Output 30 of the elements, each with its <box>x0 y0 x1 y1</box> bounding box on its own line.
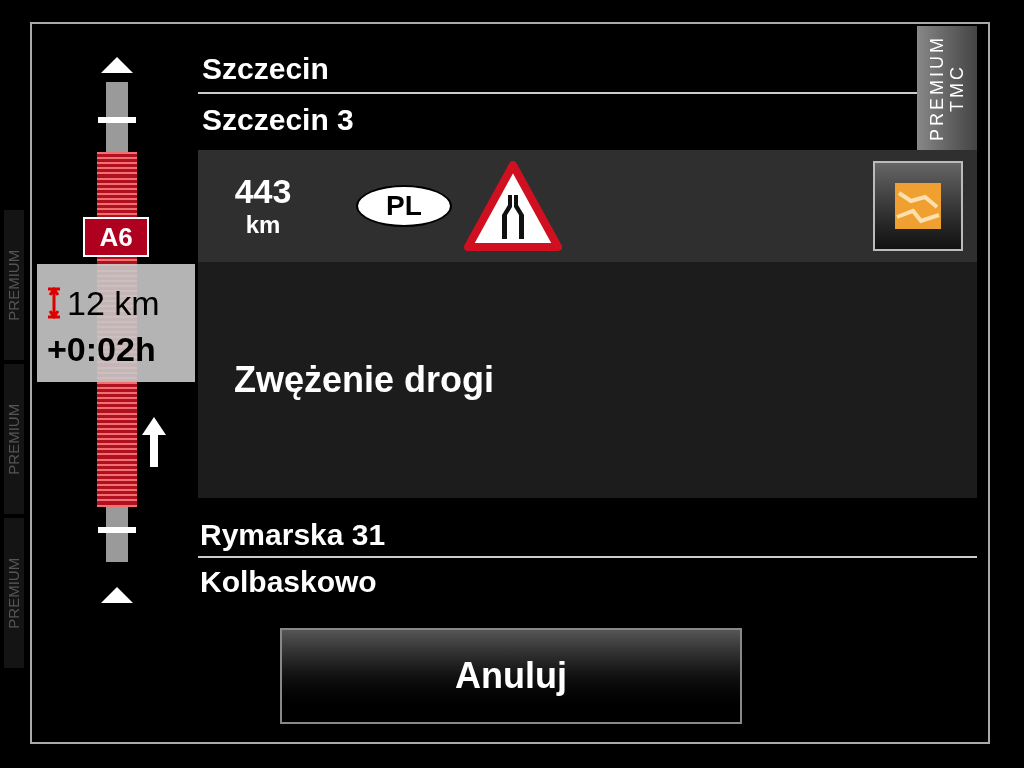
cancel-button[interactable]: Anuluj <box>280 628 742 724</box>
side-label: PREMIUM <box>3 249 23 321</box>
scroll-track <box>106 533 128 562</box>
distance-value: 443 <box>234 172 292 210</box>
delay-length: 12 km <box>67 282 160 324</box>
distance-unit: km <box>245 210 281 240</box>
map-button[interactable] <box>873 161 963 251</box>
place-name: Rymarska 31 <box>200 516 386 553</box>
country-code: PL <box>356 185 452 227</box>
up-arrow-icon <box>142 417 166 467</box>
place-name: Kolbaskowo <box>200 563 377 600</box>
side-label: PREMIUM <box>3 403 23 475</box>
place-name: Szczecin 3 <box>202 101 354 138</box>
scroll-track <box>106 123 128 152</box>
scroll-tick <box>98 117 136 123</box>
place-name: Szczecin <box>202 50 329 87</box>
scroll-up-icon[interactable] <box>101 587 133 603</box>
map-icon <box>895 183 941 229</box>
road-narrows-icon <box>464 161 562 251</box>
scroll-tick <box>98 527 136 533</box>
tab-label: TMC <box>947 64 967 112</box>
side-label: PREMIUM <box>3 557 23 629</box>
delay-time: +0:02h <box>47 328 157 369</box>
tab-label: PREMIUM <box>927 35 947 141</box>
scroll-track <box>106 507 128 527</box>
event-description: Zwężenie drogi <box>234 358 495 402</box>
length-icon <box>47 287 61 319</box>
road-sign: A6 <box>83 217 149 257</box>
scroll-track <box>106 82 128 117</box>
scroll-up-icon[interactable] <box>101 57 133 73</box>
